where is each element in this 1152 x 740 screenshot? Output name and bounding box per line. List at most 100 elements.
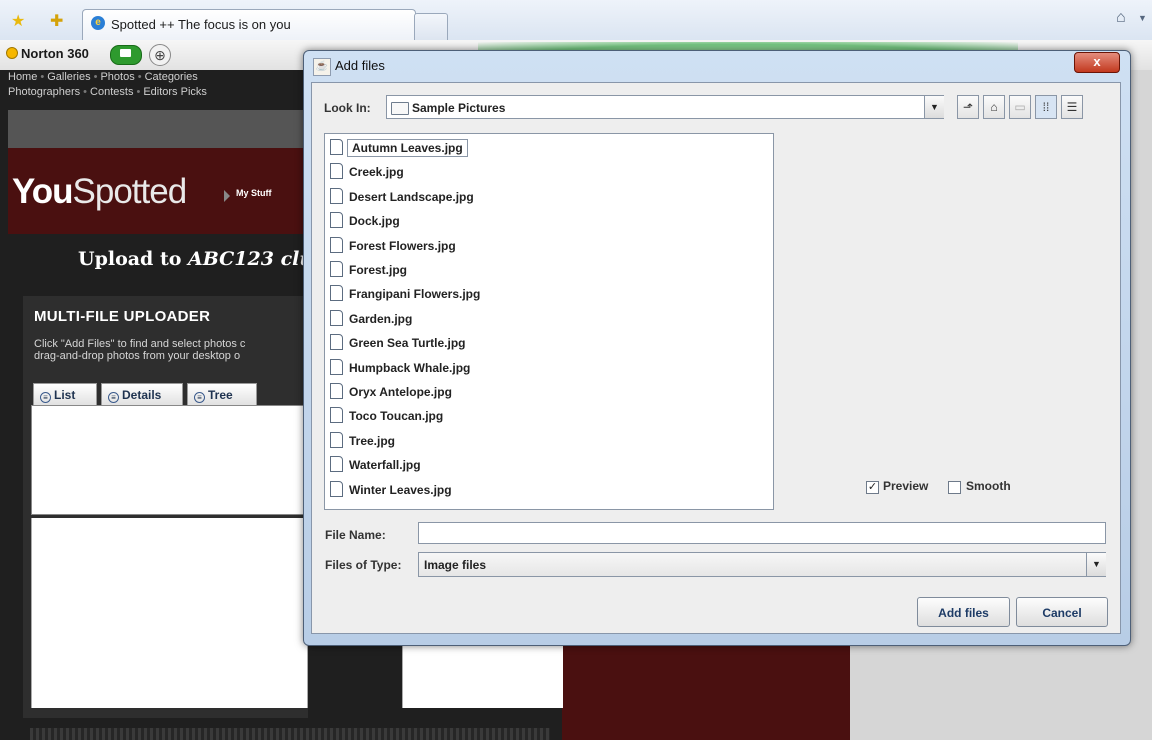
home-icon[interactable]: ⌂ [1116, 9, 1126, 27]
cancel-button[interactable]: Cancel [1016, 597, 1108, 627]
java-icon: ☕ [313, 58, 331, 76]
browser-tab-active[interactable]: e Spotted ++ The focus is on you [82, 9, 416, 40]
upload-preview-area [31, 518, 308, 708]
uploader-description: Click "Add Files" to find and select pho… [34, 338, 246, 362]
nav-home[interactable]: Home [8, 71, 37, 83]
file-item[interactable]: Tree.jpg [330, 430, 395, 452]
nav-galleries[interactable]: Galleries [47, 71, 90, 83]
document-icon [330, 358, 343, 375]
site-logo[interactable]: YouSpotted [12, 172, 187, 212]
list-view-icon[interactable]: ⁞⁞ [1035, 95, 1057, 119]
file-item[interactable]: Desert Landscape.jpg [330, 186, 474, 208]
new-folder-icon[interactable]: ▭ [1009, 95, 1031, 119]
file-item[interactable]: Winter Leaves.jpg [330, 479, 452, 501]
uploader-title: MULTI-FILE UPLOADER [34, 308, 211, 325]
file-name: Winter Leaves.jpg [349, 482, 452, 497]
tab-title: Spotted ++ The focus is on you [111, 17, 291, 32]
files-of-type-label: Files of Type: [325, 558, 402, 572]
file-name: Forest.jpg [349, 263, 408, 277]
bottom-strip [30, 728, 550, 740]
folder-icon [391, 102, 409, 115]
file-item[interactable]: Forest Flowers.jpg [330, 235, 456, 257]
preview-label: Preview [883, 479, 929, 493]
preview-checkbox[interactable]: ✓ [866, 481, 879, 494]
up-folder-icon[interactable]: ⬏ [957, 95, 979, 119]
close-button[interactable]: x [1074, 52, 1120, 73]
home-folder-icon[interactable]: ⌂ [983, 95, 1005, 119]
computer-icon[interactable] [110, 45, 142, 65]
file-item[interactable]: Dock.jpg [330, 210, 400, 232]
upload-list[interactable] [31, 405, 308, 515]
file-item[interactable]: Garden.jpg [330, 308, 412, 330]
tab-details[interactable]: ≡ Details [101, 383, 183, 405]
file-name: Autumn Leaves.jpg [347, 139, 468, 157]
norton-dot-icon [6, 47, 18, 59]
file-item[interactable]: Green Sea Turtle.jpg [330, 332, 465, 354]
file-name: Frangipani Flowers.jpg [349, 287, 481, 302]
document-icon [330, 480, 343, 497]
look-in-label: Look In: [324, 101, 371, 115]
document-icon [330, 163, 343, 180]
nav-categories[interactable]: Categories [145, 71, 198, 83]
details-view-icon[interactable]: ☰ [1061, 95, 1083, 119]
file-name: Creek.jpg [349, 165, 404, 180]
tab-tree[interactable]: ≡ Tree [187, 383, 257, 405]
document-icon [330, 407, 343, 424]
document-icon [330, 309, 343, 326]
norton-logo[interactable]: Norton 360 [6, 46, 89, 61]
add-files-button[interactable]: Add files [917, 597, 1010, 627]
document-icon [330, 139, 343, 155]
file-item[interactable]: Oryx Antelope.jpg [330, 381, 452, 403]
nav-contests[interactable]: Contests [90, 86, 133, 98]
document-icon [330, 456, 343, 473]
files-of-type-select[interactable] [418, 552, 1106, 577]
file-item[interactable]: Creek.jpg [330, 161, 404, 183]
document-icon [330, 261, 343, 277]
nav-editors-picks[interactable]: Editors Picks [143, 86, 207, 98]
dialog-title: Add files [335, 58, 385, 73]
my-stuff-link[interactable]: My Stuff [236, 188, 272, 198]
document-icon [330, 383, 343, 399]
chevron-down-icon[interactable]: ▼ [1138, 13, 1147, 23]
document-icon [330, 285, 343, 302]
files-of-type-value: Image files [424, 558, 487, 572]
file-name: Waterfall.jpg [349, 458, 421, 473]
tab-list[interactable]: ≡ List [33, 383, 97, 405]
file-item[interactable]: Toco Toucan.jpg [330, 405, 443, 427]
nav-photographers[interactable]: Photographers [8, 86, 80, 98]
file-name: Toco Toucan.jpg [349, 409, 444, 424]
file-item[interactable]: Autumn Leaves.jpg [330, 137, 468, 159]
list-icon: ≡ [40, 392, 51, 403]
file-name: Tree.jpg [349, 433, 396, 448]
file-name: Dock.jpg [349, 214, 400, 229]
side-panel [402, 645, 563, 708]
upload-heading: Upload to ABC123 club [78, 248, 327, 270]
file-item[interactable]: Humpback Whale.jpg [330, 357, 470, 379]
add-favorite-icon[interactable]: ✚ [50, 11, 63, 31]
file-name: Oryx Antelope.jpg [349, 385, 452, 399]
smooth-label: Smooth [966, 479, 1011, 493]
file-name: Humpback Whale.jpg [349, 360, 471, 375]
file-name: Garden.jpg [349, 311, 413, 326]
file-name: Green Sea Turtle.jpg [349, 336, 466, 351]
nav-band [8, 110, 308, 148]
site-nav: Home • Galleries • Photos • Categories Photogr… [8, 71, 207, 98]
file-name-input[interactable] [418, 522, 1106, 544]
details-icon: ≡ [108, 392, 119, 403]
chevron-down-icon[interactable]: ▼ [924, 96, 944, 118]
chevron-right-icon [224, 190, 230, 202]
chevron-down-icon[interactable]: ▼ [1086, 553, 1106, 576]
smooth-checkbox[interactable] [948, 481, 961, 494]
star-icon[interactable]: ★ [11, 11, 25, 31]
globe-icon[interactable]: ⊕ [149, 44, 171, 66]
new-tab-button[interactable] [414, 13, 448, 40]
document-icon [330, 236, 343, 253]
document-icon [330, 187, 343, 204]
tree-icon: ≡ [194, 392, 205, 403]
file-name: Desert Landscape.jpg [349, 189, 474, 204]
file-item[interactable]: Forest.jpg [330, 259, 407, 281]
file-item[interactable]: Waterfall.jpg [330, 454, 421, 476]
nav-photos[interactable]: Photos [100, 71, 134, 83]
document-icon [330, 334, 343, 351]
file-item[interactable]: Frangipani Flowers.jpg [330, 283, 480, 305]
